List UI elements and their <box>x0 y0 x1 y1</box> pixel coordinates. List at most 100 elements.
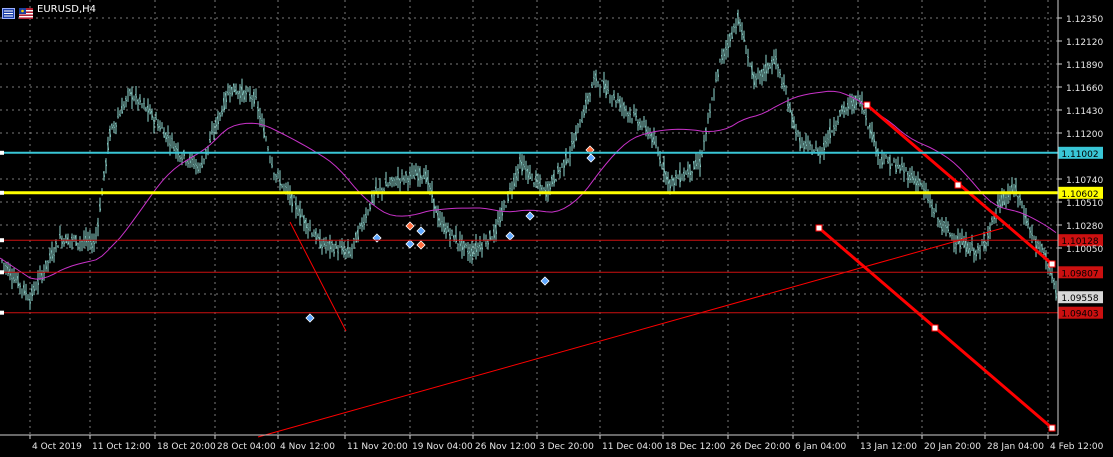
candle-body <box>39 272 41 275</box>
time-tick-label: 19 Nov 04:00 <box>412 442 473 452</box>
candle-body <box>867 126 869 129</box>
candle-body <box>797 131 799 133</box>
yellow-level-handle[interactable] <box>0 190 4 195</box>
candle-body <box>503 204 505 206</box>
time-axis: 4 Oct 2019 11 Oct 12:00 18 Oct 20:00 28 Oct… <box>0 434 1104 452</box>
candle-body <box>185 161 187 163</box>
fractal-arrow-icon <box>416 226 426 236</box>
price-tick-label: 1.11200 <box>1066 130 1103 140</box>
price-tick-label: 1.10740 <box>1066 176 1103 186</box>
price-tick-label: 1.12350 <box>1066 15 1103 25</box>
time-tick-label: 20 Jan 20:00 <box>924 442 981 452</box>
time-tick-label: 18 Oct 20:00 <box>157 442 216 452</box>
fractal-arrow-icon <box>372 233 382 243</box>
candle-body <box>857 95 859 98</box>
channel-handle-1[interactable] <box>954 181 962 189</box>
chart-menu-icon[interactable] <box>2 4 15 19</box>
candle-body <box>301 215 303 217</box>
time-tick-label: 4 Feb 12:00 <box>1050 442 1104 452</box>
time-tick-label: 11 Oct 12:00 <box>92 442 151 452</box>
fractal-arrow-icon <box>405 239 415 249</box>
price-tick-label: 1.10050 <box>1066 245 1103 255</box>
fractal-arrow-icon <box>525 211 535 221</box>
candle-body <box>807 141 809 143</box>
time-tick-label: 13 Jan 12:00 <box>860 442 917 452</box>
candle-body <box>95 235 97 237</box>
candle-body <box>247 89 249 91</box>
time-tick-label: 18 Dec 12:00 <box>665 442 726 452</box>
time-tick-label: 11 Dec 04:00 <box>602 442 663 452</box>
eurusd-flag-icon <box>19 4 33 19</box>
time-tick-label: 4 Nov 12:00 <box>280 442 335 452</box>
candle-body <box>213 131 215 134</box>
candle-body <box>643 120 645 123</box>
channel-handle-4[interactable] <box>931 324 939 332</box>
fractal-arrow-icon <box>305 313 315 323</box>
time-tick-label: 4 Oct 2019 <box>32 442 82 452</box>
candle-body <box>601 80 603 82</box>
red-level-lower-price-label: 1.09403 <box>1061 310 1098 320</box>
long-trendline[interactable] <box>257 227 1004 438</box>
price-tick-label: 1.11430 <box>1066 107 1103 117</box>
candle-body <box>3 262 5 265</box>
candle-body <box>711 99 713 101</box>
time-tick-label: 6 Jan 04:00 <box>795 442 847 452</box>
red-level-middle-price-label: 1.09807 <box>1061 269 1098 279</box>
candle-body <box>845 107 847 110</box>
time-tick-label: 26 Nov 12:00 <box>475 442 536 452</box>
time-tick-label: 26 Dec 20:00 <box>730 442 791 452</box>
candle-body <box>597 81 599 84</box>
candle-body <box>531 173 533 175</box>
price-chart[interactable]: 1.110021.106021.101281.098071.09403 1.12… <box>0 0 1113 457</box>
fractal-arrow-icon <box>586 153 596 163</box>
red-level-lower-handle[interactable] <box>0 310 4 315</box>
time-tick-label: 28 Jan 04:00 <box>987 442 1044 452</box>
price-tick-label: 1.11890 <box>1066 61 1103 71</box>
candle-body <box>893 160 895 162</box>
channel-handle-2[interactable] <box>1048 260 1056 268</box>
time-tick-label: 28 Oct 04:00 <box>217 442 276 452</box>
channel-handle-5[interactable] <box>1048 424 1056 432</box>
chart-symbol-title: EURUSD,H4 <box>37 3 97 15</box>
red-level-upper-handle[interactable] <box>0 238 4 243</box>
fractal-arrow-icon <box>405 221 415 231</box>
candle-body <box>127 91 129 93</box>
candle-body <box>73 237 75 239</box>
price-tick-label: 1.10280 <box>1066 222 1103 232</box>
time-tick-label: 3 Dec 20:00 <box>539 442 594 452</box>
price-tick-label: 1.12120 <box>1066 38 1103 48</box>
candle-body <box>441 220 443 223</box>
candle-body <box>351 247 353 250</box>
candle-body <box>831 130 833 133</box>
candle-body <box>133 98 135 101</box>
fractal-arrow-icon <box>540 276 550 286</box>
candlestick-series <box>1 9 1057 310</box>
fractal-arrow-icon <box>416 240 426 250</box>
candle-body <box>1021 206 1023 209</box>
candle-body <box>681 178 683 180</box>
candle-body <box>621 105 623 107</box>
candle-body <box>641 125 643 128</box>
price-axis: 1.12350 1.12120 1.11890 1.11660 1.11430 1.112… <box>1057 0 1103 435</box>
candle-body <box>511 188 513 191</box>
candle-body <box>143 102 145 105</box>
cyan-level-handle[interactable] <box>0 150 4 155</box>
fractal-arrow-icon <box>505 231 515 241</box>
channel-handle-3[interactable] <box>815 224 823 232</box>
candle-body <box>719 58 721 61</box>
chart-title-bar: EURUSD,H4 <box>2 2 97 19</box>
candle-body <box>379 186 381 189</box>
candle-body <box>79 241 81 243</box>
candle-body <box>537 182 539 185</box>
time-tick-label: 11 Nov 20:00 <box>347 442 408 452</box>
candle-body <box>401 172 403 175</box>
chart-window[interactable]: EURUSD,H4 1.11002 1.10602 1.10128 1.09807 1.… <box>0 0 1113 457</box>
channel-handle-0[interactable] <box>863 101 871 109</box>
red-level-middle-handle[interactable] <box>0 270 4 275</box>
candle-body <box>561 163 563 165</box>
price-tick-label: 1.11660 <box>1066 84 1103 94</box>
candle-body <box>1033 238 1035 241</box>
cyan-level-price-label: 1.11002 <box>1061 150 1098 160</box>
candle-body <box>161 126 163 129</box>
candle-body <box>821 149 823 152</box>
